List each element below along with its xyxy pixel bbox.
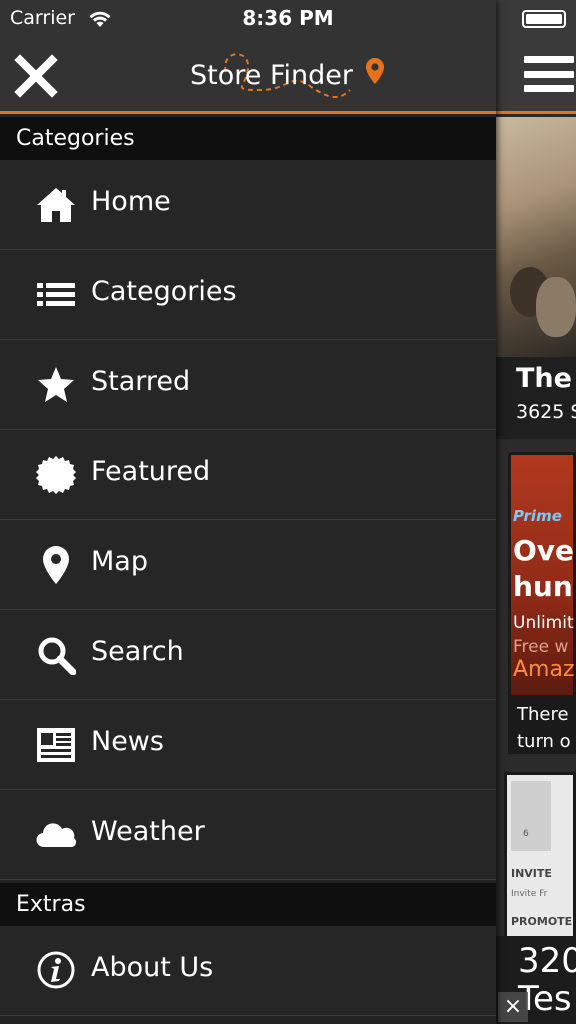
star-icon — [38, 367, 74, 402]
menu-item-label: Weather — [91, 816, 205, 847]
promo-body: There turn o — [517, 704, 571, 752]
menu-item-starred[interactable]: Starred — [0, 340, 496, 430]
badge-icon — [36, 456, 76, 494]
menu-item-map[interactable]: Map — [0, 520, 496, 610]
menu-item-news[interactable]: News — [0, 700, 496, 790]
store-card[interactable]: The 3625 S — [496, 117, 576, 439]
home-icon — [37, 188, 75, 222]
store-card-address: 3625 S — [516, 401, 576, 423]
map-pin-icon — [43, 546, 69, 584]
clock: 8:36 PM — [242, 6, 334, 30]
close-icon[interactable] — [14, 54, 58, 98]
menu-item-search[interactable]: Search — [0, 610, 496, 700]
section-header-categories: Categories — [0, 117, 496, 160]
promo-line: Unlimit — [513, 613, 574, 633]
menu-item-label: Starred — [91, 366, 191, 397]
menu-item-about-us[interactable]: About Us — [0, 926, 496, 1016]
promo-headline: Ove hun — [513, 534, 575, 603]
cloud-icon — [36, 823, 76, 848]
menu-item-label: Categories — [91, 276, 237, 307]
app-title: Store Finder — [190, 60, 353, 91]
menu-item-categories[interactable]: Categories — [0, 250, 496, 340]
menu-item-label: About Us — [91, 952, 214, 983]
menu-item-home[interactable]: Home — [0, 160, 496, 250]
menu-item-label: Home — [91, 186, 171, 217]
menu-item-label: Map — [91, 546, 148, 577]
app-logo: Store Finder — [190, 50, 390, 100]
menu-item-weather[interactable]: Weather — [0, 790, 496, 880]
ad-banner[interactable]: 320 Tes × — [496, 936, 576, 1024]
promo-line: Free w — [513, 637, 569, 657]
ad-close-icon[interactable]: × — [498, 992, 528, 1022]
store-card-title: The — [516, 363, 572, 394]
newspaper-icon — [37, 728, 75, 762]
list-icon — [37, 283, 75, 306]
content-header — [496, 36, 576, 114]
menu-item-label: Search — [91, 636, 184, 667]
promo-brand-logo: Amaz — [513, 657, 575, 682]
drawer-header: Store Finder — [0, 36, 496, 114]
menu-item-label: Featured — [91, 456, 211, 487]
section-header-extras: Extras — [0, 883, 496, 926]
promo-card[interactable]: Prime Ove hun Unlimit Free w Amaz There … — [508, 452, 576, 754]
social-card[interactable]: 6 INVITE Invite Fr PROMOTE — [504, 772, 576, 942]
search-icon — [38, 637, 76, 675]
side-drawer: Carrier Store Finder 8:36 PM Categories … — [0, 0, 496, 1024]
hamburger-menu-icon[interactable] — [524, 56, 574, 92]
menu-item-featured[interactable]: Featured — [0, 430, 496, 520]
main-content: The 3625 S Prime Ove hun Unlimit Free w … — [496, 0, 576, 1024]
info-icon — [37, 951, 75, 989]
store-photo — [496, 117, 576, 357]
promo-brand: Prime — [513, 507, 562, 525]
menu-item-label: News — [91, 726, 164, 757]
